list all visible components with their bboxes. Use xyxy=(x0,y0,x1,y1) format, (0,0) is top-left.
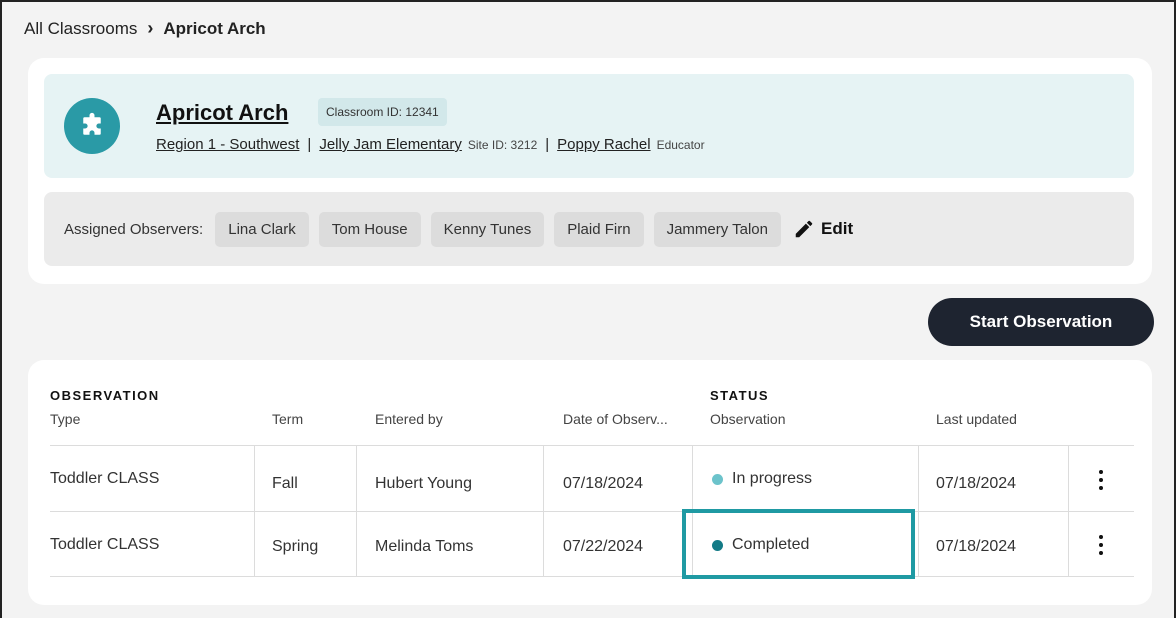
edit-label: Edit xyxy=(821,219,854,238)
region-link[interactable]: Region 1 - Southwest xyxy=(156,136,299,153)
breadcrumb: All Classrooms › Apricot Arch xyxy=(24,18,266,39)
row-actions-menu-icon[interactable] xyxy=(1091,468,1111,492)
observer-chip: Tom House xyxy=(318,211,421,247)
completed-status-highlight xyxy=(682,509,915,579)
meta-divider: | xyxy=(307,136,312,153)
cell-entered-by: Hubert Young xyxy=(375,475,472,492)
cell-type: Toddler CLASS xyxy=(50,470,160,487)
cell-type: Toddler CLASS xyxy=(50,536,160,553)
divider xyxy=(50,511,1134,512)
divider xyxy=(543,445,544,576)
observer-chip: Plaid Firn xyxy=(554,211,644,247)
column-header-date[interactable]: Date of Observ... xyxy=(563,411,668,427)
educator-link[interactable]: Poppy Rachel xyxy=(557,136,650,153)
school-link[interactable]: Jelly Jam Elementary xyxy=(319,136,462,153)
cell-date: 07/18/2024 xyxy=(563,475,644,492)
assigned-observers: Assigned Observers: Lina Clark Tom House… xyxy=(44,192,1134,266)
column-header-entered-by[interactable]: Entered by xyxy=(375,411,443,427)
breadcrumb-all-classrooms[interactable]: All Classrooms xyxy=(24,19,137,39)
divider xyxy=(50,576,1134,577)
pencil-icon xyxy=(795,220,813,238)
divider xyxy=(918,445,919,576)
cell-term: Spring xyxy=(272,538,319,555)
divider xyxy=(50,445,1134,446)
educator-role: Educator xyxy=(656,138,705,152)
classroom-meta: Region 1 - Southwest | Jelly Jam Element… xyxy=(156,136,705,153)
classroom-id-badge: Classroom ID: 12341 xyxy=(318,98,447,126)
divider xyxy=(356,445,357,576)
classroom-header: Apricot Arch Classroom ID: 12341 Region … xyxy=(44,74,1134,178)
classroom-card: Apricot Arch Classroom ID: 12341 Region … xyxy=(28,58,1152,284)
site-id: Site ID: 3212 xyxy=(467,138,538,152)
cell-entered-by: Melinda Toms xyxy=(375,538,474,555)
breadcrumb-current: Apricot Arch xyxy=(163,18,266,38)
chevron-right-icon: › xyxy=(147,18,154,38)
status-dot-icon xyxy=(712,473,723,485)
observations-table: OBSERVATION STATUS Type Term Entered by … xyxy=(28,360,1152,605)
divider xyxy=(254,445,255,576)
column-header-type[interactable]: Type xyxy=(50,411,80,427)
classroom-title[interactable]: Apricot Arch xyxy=(156,100,288,126)
column-header-term[interactable]: Term xyxy=(272,411,303,427)
column-header-observation-status[interactable]: Observation xyxy=(710,411,785,427)
cell-last-updated: 07/18/2024 xyxy=(936,475,1017,492)
observer-chip: Jammery Talon xyxy=(653,211,781,247)
edit-observers-button[interactable]: Edit xyxy=(793,218,853,240)
group-header-status: STATUS xyxy=(710,388,770,403)
observers-label: Assigned Observers: xyxy=(64,220,204,238)
meta-divider: | xyxy=(545,136,550,153)
status-label: In progress xyxy=(732,470,813,487)
status-badge: In progress xyxy=(712,470,812,488)
cell-date: 07/22/2024 xyxy=(563,538,644,555)
cell-last-updated: 07/18/2024 xyxy=(936,538,1017,555)
divider xyxy=(1068,445,1069,576)
puzzle-icon xyxy=(64,98,120,154)
observer-chip: Kenny Tunes xyxy=(430,211,545,247)
row-actions-menu-icon[interactable] xyxy=(1091,533,1111,557)
column-header-last-updated[interactable]: Last updated xyxy=(936,411,1017,427)
group-header-observation: OBSERVATION xyxy=(50,388,160,403)
observer-chip: Lina Clark xyxy=(215,211,309,247)
start-observation-button[interactable]: Start Observation xyxy=(928,298,1154,346)
cell-term: Fall xyxy=(272,475,298,492)
